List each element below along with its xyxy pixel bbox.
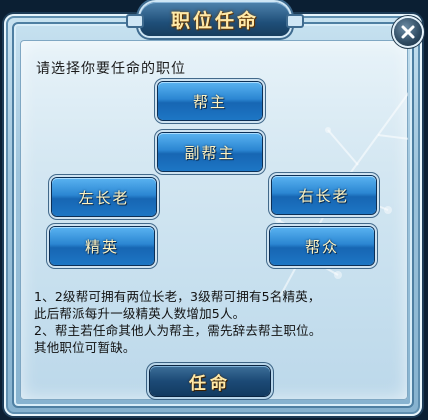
dialog-panel: 请选择你要任命的职位 帮主 副帮主 左长老 右长老 精英 帮众 1、2级帮可拥有… (20, 40, 408, 400)
right-elder-button-label: 右长老 (298, 186, 350, 205)
member-button[interactable]: 帮众 (270, 227, 374, 265)
close-button[interactable] (394, 18, 422, 46)
dialog-title-plaque: 职位任命 (126, 2, 304, 36)
appointment-dialog: 请选择你要任命的职位 帮主 副帮主 左长老 右长老 精英 帮众 1、2级帮可拥有… (0, 0, 428, 420)
appoint-button[interactable]: 任命 (150, 366, 270, 396)
leader-button[interactable]: 帮主 (158, 82, 262, 120)
vice-leader-button[interactable]: 副帮主 (158, 133, 262, 171)
note-line: 其他职位可暂缺。 (34, 340, 136, 355)
note-line: 此后帮派每升一级精英人数增加5人。 (34, 306, 246, 321)
member-button-label: 帮众 (304, 237, 339, 256)
elite-button-label: 精英 (84, 237, 119, 256)
leader-button-label: 帮主 (192, 92, 227, 111)
left-elder-button[interactable]: 左长老 (52, 178, 156, 216)
appointment-notes: 1、2级帮可拥有两位长老，3级帮可拥有5名精英， 此后帮派每升一级精英人数增加5… (34, 288, 400, 356)
elite-button[interactable]: 精英 (50, 227, 154, 265)
select-position-prompt: 请选择你要任命的职位 (36, 61, 186, 77)
vice-leader-button-label: 副帮主 (184, 143, 236, 162)
close-icon (401, 25, 415, 39)
dialog-title: 职位任命 (170, 9, 259, 32)
left-elder-button-label: 左长老 (78, 188, 130, 207)
appoint-button-label: 任命 (189, 373, 231, 394)
right-elder-button[interactable]: 右长老 (272, 176, 376, 214)
note-line: 2、帮主若任命其他人为帮主，需先辞去帮主职位。 (34, 323, 322, 338)
note-line: 1、2级帮可拥有两位长老，3级帮可拥有5名精英， (34, 289, 321, 304)
